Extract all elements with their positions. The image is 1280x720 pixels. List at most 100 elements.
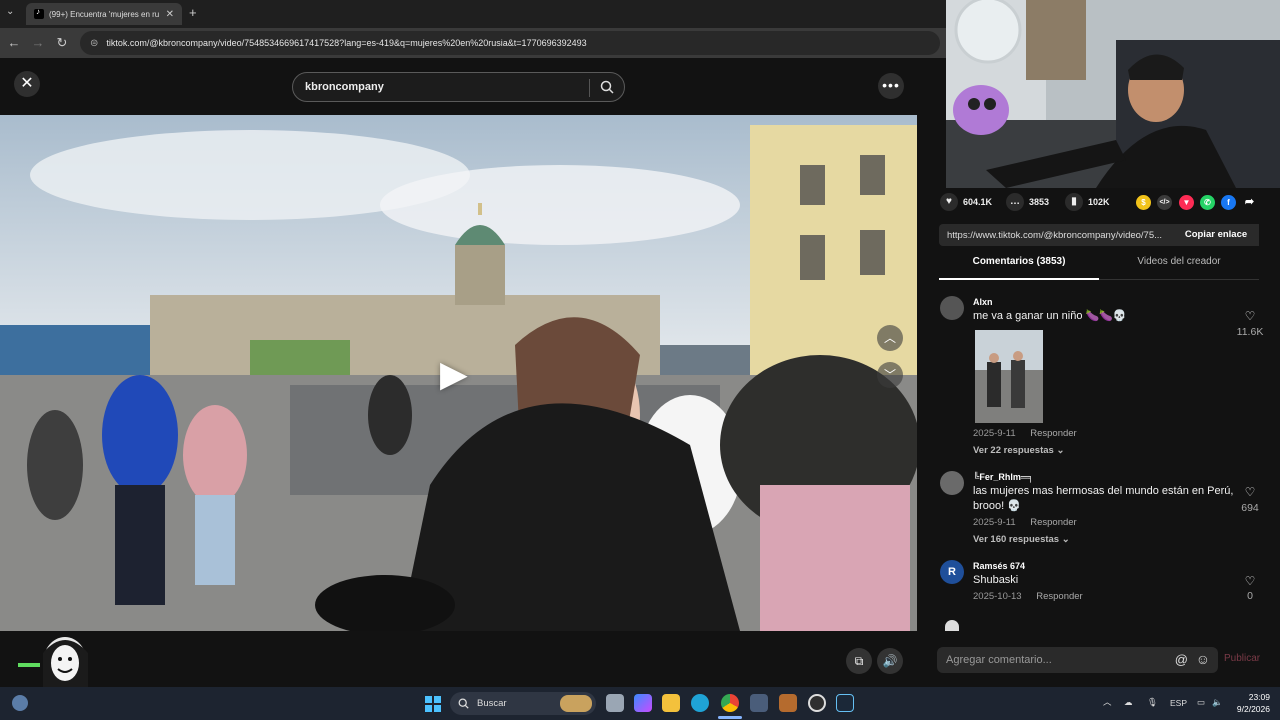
- heart-icon: ♥: [940, 193, 958, 211]
- language-indicator[interactable]: ESP: [1170, 698, 1187, 708]
- edge-icon[interactable]: [691, 694, 709, 712]
- comment-meta: 2025-9-11 Responder: [973, 428, 1077, 439]
- view-replies-button[interactable]: Ver 22 respuestas ⌄: [973, 445, 1064, 456]
- address-bar[interactable]: ⊜ tiktok.com/@kbroncompany/video/7548534…: [80, 31, 940, 55]
- comment-like-heart-icon[interactable]: ♡: [1243, 485, 1257, 499]
- weather-widget-icon[interactable]: [12, 695, 28, 711]
- next-video-button[interactable]: ﹀: [877, 362, 903, 388]
- tab-close-icon[interactable]: ✕: [166, 9, 174, 20]
- microphone-icon[interactable]: 🎙: [1147, 697, 1158, 708]
- comment-count: 3853: [1029, 197, 1050, 207]
- reply-button[interactable]: Responder: [1036, 591, 1082, 602]
- new-tab-button[interactable]: +: [189, 5, 197, 20]
- tab-search-button[interactable]: ⌄: [6, 6, 14, 17]
- copy-link-button[interactable]: Copiar enlace: [1173, 224, 1259, 246]
- reload-button[interactable]: ↻: [54, 35, 70, 51]
- tab-title: (99+) Encuentra 'mujeres en ru: [49, 9, 160, 19]
- emoji-icon[interactable]: ☺: [1196, 651, 1210, 667]
- tiktok-favicon-icon: [34, 7, 44, 19]
- comment-bubble-icon: …: [1006, 193, 1024, 211]
- clock-date: 9/2/2026: [1236, 704, 1270, 714]
- back-button[interactable]: ←: [6, 35, 22, 50]
- onedrive-icon[interactable]: ☁: [1124, 697, 1133, 708]
- copilot-icon[interactable]: [634, 694, 652, 712]
- more-options-button[interactable]: •••: [878, 73, 904, 99]
- avatar[interactable]: [940, 296, 964, 320]
- comment-date: 2025-9-11: [973, 517, 1016, 528]
- obs-icon[interactable]: [808, 694, 826, 712]
- webcam-overlay: [946, 0, 1280, 188]
- like-stat[interactable]: ♥ 604.1K: [940, 193, 992, 211]
- search-input[interactable]: kbroncompany: [292, 72, 625, 102]
- comment-image[interactable]: [975, 330, 1043, 423]
- send-to-friends-icon[interactable]: ▼: [1179, 195, 1194, 210]
- reply-button[interactable]: Responder: [1030, 517, 1076, 528]
- share-arrow-icon[interactable]: ➦: [1242, 195, 1257, 210]
- windows-start-icon[interactable]: [425, 696, 441, 712]
- facebook-icon[interactable]: f: [1221, 195, 1236, 210]
- file-explorer-icon[interactable]: [662, 694, 680, 712]
- search-highlight-icon: [560, 695, 592, 712]
- taskbar-search-label: Buscar: [477, 698, 507, 709]
- comment-username[interactable]: Alxn: [973, 297, 993, 307]
- tab-comments[interactable]: Comentarios (3853): [939, 256, 1099, 280]
- comment-text: las mujeres mas hermosas del mundo están…: [973, 485, 1234, 512]
- tab-creator-videos[interactable]: Videos del creador: [1099, 256, 1259, 280]
- coin-gift-icon[interactable]: $: [1136, 195, 1151, 210]
- active-app-indicator: [718, 716, 742, 719]
- play-icon[interactable]: ▶: [440, 353, 468, 395]
- browser-tab[interactable]: (99+) Encuentra 'mujeres en ru ✕: [26, 3, 182, 25]
- comment-username[interactable]: ╚Fer_Rhlm═╕: [973, 472, 1034, 482]
- view-replies-button[interactable]: Ver 160 respuestas ⌄: [973, 534, 1070, 545]
- taskbar-search-input[interactable]: Buscar: [450, 692, 596, 715]
- avatar[interactable]: [945, 620, 959, 631]
- close-video-button[interactable]: ✕: [14, 71, 40, 97]
- comment-text: Shubaski: [973, 574, 1019, 586]
- speaker-icon[interactable]: 🔈: [1212, 697, 1223, 708]
- search-divider: [589, 79, 590, 97]
- microsoft-store-icon[interactable]: [750, 694, 768, 712]
- comment-like-count: 694: [1241, 502, 1259, 514]
- comment-username[interactable]: Ramsés 674: [973, 561, 1025, 571]
- copy-link-box: https://www.tiktok.com/@kbroncompany/vid…: [939, 224, 1259, 246]
- browser-toolbar: ← → ↻ ⊜ tiktok.com/@kbroncompany/video/7…: [0, 28, 946, 58]
- video-controls: ⧉ 🔊: [0, 631, 917, 689]
- save-stat[interactable]: ▮ 102K: [1065, 193, 1110, 211]
- webcam-feed: [946, 0, 1280, 188]
- publish-button[interactable]: Publicar: [1224, 653, 1260, 664]
- task-view-icon[interactable]: [606, 694, 624, 712]
- comment-like-heart-icon[interactable]: ♡: [1243, 574, 1257, 588]
- windows-taskbar: Buscar ︿ ☁ 🎙 ESP ▭ 🔈 23:09 9/2/2026: [0, 687, 1280, 720]
- save-count: 102K: [1088, 197, 1110, 207]
- steam-icon[interactable]: [836, 694, 854, 712]
- comment-input[interactable]: Agregar comentario... @ ☺: [937, 647, 1218, 673]
- embed-code-icon[interactable]: </>: [1157, 195, 1172, 210]
- mention-icon[interactable]: @: [1175, 652, 1188, 667]
- browser-tab-bar: ⌄ (99+) Encuentra 'mujeres en ru ✕ +: [0, 0, 946, 28]
- site-info-icon[interactable]: ⊜: [90, 38, 98, 49]
- avatar[interactable]: [940, 471, 964, 495]
- comment-like-count: 0: [1247, 590, 1253, 602]
- comment-like-heart-icon[interactable]: ♡: [1243, 309, 1257, 323]
- avatar[interactable]: R: [940, 560, 964, 584]
- comment-stat[interactable]: … 3853: [1006, 193, 1049, 211]
- search-icon[interactable]: [600, 80, 614, 94]
- system-clock[interactable]: 23:09 9/2/2026: [1232, 691, 1270, 715]
- show-hidden-icons-button[interactable]: ︿: [1103, 696, 1112, 708]
- previous-video-button[interactable]: ︿: [877, 325, 903, 351]
- chrome-icon[interactable]: [721, 694, 739, 712]
- forward-button[interactable]: →: [30, 35, 46, 50]
- comment-date: 2025-10-13: [973, 591, 1022, 602]
- video-header: ✕ kbroncompany •••: [0, 58, 917, 115]
- like-count: 604.1K: [963, 197, 993, 207]
- video-link-text[interactable]: https://www.tiktok.com/@kbroncompany/vid…: [939, 230, 1173, 241]
- volume-button[interactable]: 🔊: [877, 648, 903, 674]
- picture-in-picture-button[interactable]: ⧉: [846, 648, 872, 674]
- comment-meta: 2025-9-11 Responder: [973, 517, 1077, 528]
- network-icon[interactable]: ▭: [1197, 697, 1205, 708]
- reply-button[interactable]: Responder: [1030, 428, 1076, 439]
- bookmark-icon: ▮: [1065, 193, 1083, 211]
- video-frame[interactable]: ▶ ︿ ﹀: [0, 115, 917, 631]
- game-app-icon[interactable]: [779, 694, 797, 712]
- whatsapp-icon[interactable]: ✆: [1200, 195, 1215, 210]
